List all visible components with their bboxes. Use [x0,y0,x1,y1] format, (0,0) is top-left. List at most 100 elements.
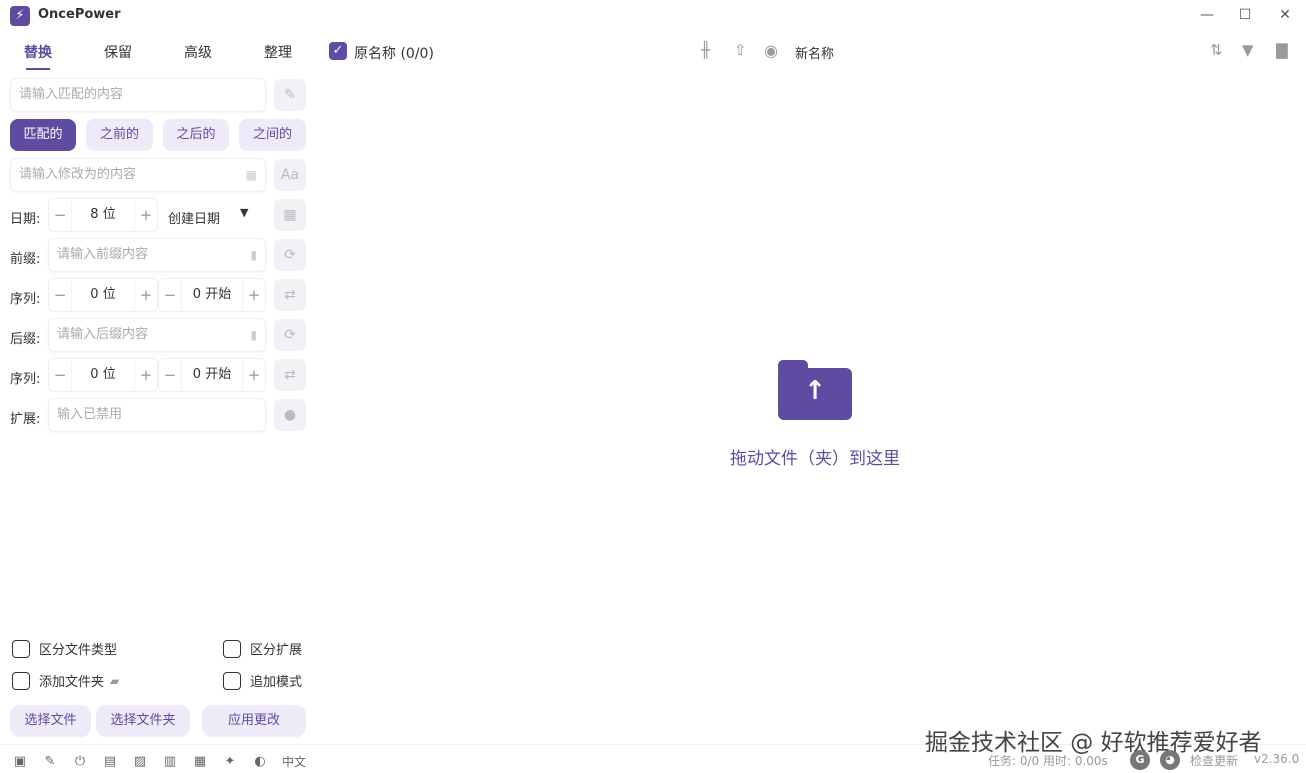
filter-icon[interactable]: ▼ [1242,41,1254,59]
file-icon[interactable]: ▮ [250,239,257,271]
calendar-icon[interactable]: ▦ [190,754,210,769]
refresh-icon[interactable]: ⟳ [274,319,306,351]
swap-icon[interactable]: ⇄ [274,279,306,311]
waveform-icon[interactable]: ╫ [701,41,710,59]
prefix-seq-digits-value[interactable]: 0 位 [71,279,135,311]
csv-icon[interactable]: ▥ [160,754,180,769]
edit-icon[interactable]: ✎ [40,754,60,769]
minus-icon[interactable]: − [159,359,181,391]
drop-hint: 拖动文件（夹）到这里 [730,449,900,469]
sort-icon[interactable]: ⇅ [1210,41,1223,59]
mode-between-button[interactable]: 之间的 [239,119,306,151]
drop-zone[interactable]: ↑ 拖动文件（夹）到这里 [720,360,910,480]
version-label: v2.36.0 [1254,752,1300,766]
user-icon[interactable]: ● [274,399,306,431]
distinguish-type-checkbox[interactable]: 区分文件类型 [12,639,117,658]
plus-icon[interactable]: + [243,359,265,391]
calendar-icon[interactable]: ▦ [246,159,257,191]
folder-upload-icon: ↑ [778,360,852,420]
extension-input[interactable]: 输入已禁用 [48,398,266,432]
tab-bar: 替换 保留 高级 整理 [0,38,316,70]
checkbox-box[interactable] [223,671,241,690]
plus-icon[interactable]: + [135,279,157,311]
image-icon[interactable]: ▨ [130,754,150,769]
tab-replace[interactable]: 替换 [8,42,68,62]
case-icon[interactable]: Aa [274,159,306,191]
plus-icon[interactable]: + [243,279,265,311]
minus-icon[interactable]: − [49,199,71,231]
checkbox-box[interactable] [12,671,30,690]
replace-input-placeholder: 请输入修改为的内容 [19,167,137,182]
apply-changes-button[interactable]: 应用更改 [202,705,306,737]
maximize-button[interactable]: ☐ [1230,4,1260,26]
title-bar: ⚡ OncePower — ☐ ✕ [0,0,1306,32]
replace-input[interactable]: 请输入修改为的内容 ▦ [10,158,266,192]
swap-icon[interactable]: ⇄ [274,359,306,391]
share-icon[interactable]: ⇧ [734,41,747,59]
add-folder-label: 添加文件夹 [39,675,105,690]
task-status: 任务: 0/0 用时: 0.00s [988,754,1108,768]
prefix-seq-label: 序列: [10,292,41,307]
date-digits-stepper[interactable]: − 8 位 + [48,198,158,232]
mode-match-button[interactable]: 匹配的 [10,119,76,151]
suffix-input[interactable]: 请输入后缀内容 ▮ [48,318,266,352]
file-icon[interactable]: ▮ [250,319,257,351]
prefix-seq-start-stepper[interactable]: − 0 开始 + [158,278,266,312]
distinguish-ext-label: 区分扩展 [250,643,303,658]
distinguish-ext-checkbox[interactable]: 区分扩展 [223,639,302,658]
plus-icon[interactable]: + [135,359,157,391]
minus-icon[interactable]: − [49,359,71,391]
footer-toolbar: ▣ ✎ ⏻ ▤ ▨ ▥ ▦ ✦ ◐ 中文 [10,750,306,772]
suffix-label: 后缀: [10,332,41,347]
check-update-link[interactable]: 检查更新 [1190,752,1238,769]
arrow-up-icon: ↑ [804,376,826,406]
suffix-seq-start-value[interactable]: 0 开始 [181,359,243,391]
minus-icon[interactable]: − [49,279,71,311]
refresh-icon[interactable]: ⟳ [274,239,306,271]
date-type-select[interactable]: 创建日期 [168,208,220,227]
mode-after-button[interactable]: 之后的 [163,119,229,151]
power-icon[interactable]: ⏻ [70,754,90,769]
app-logo-icon: ⚡ [10,6,30,26]
chevron-down-icon[interactable]: ▼ [240,206,248,219]
save-icon[interactable]: ▣ [10,754,30,769]
trash-icon[interactable]: ▇ [1276,41,1288,59]
select-file-button[interactable]: 选择文件 [10,705,91,737]
date-digits-value[interactable]: 8 位 [71,199,135,231]
eye-icon[interactable]: ◉ [764,41,778,60]
date-label: 日期: [10,212,41,227]
suffix-seq-start-stepper[interactable]: − 0 开始 + [158,358,266,392]
tab-advanced[interactable]: 高级 [168,42,228,62]
github-icon[interactable]: ◕ [1160,750,1180,770]
tab-keep[interactable]: 保留 [88,42,148,62]
minus-icon[interactable]: − [159,279,181,311]
gitee-icon[interactable]: G [1130,750,1150,770]
select-folder-button[interactable]: 选择文件夹 [96,705,190,737]
minimize-button[interactable]: — [1192,4,1222,26]
extension-label: 扩展: [10,412,41,427]
original-name-header: 原名称 (0/0) [354,46,434,62]
append-mode-checkbox[interactable]: 追加模式 [223,671,302,690]
prefix-input[interactable]: 请输入前缀内容 ▮ [48,238,266,272]
checkbox-box[interactable] [12,639,30,658]
plus-icon[interactable]: + [135,199,157,231]
new-name-header: 新名称 [795,47,835,62]
suffix-seq-digits-value[interactable]: 0 位 [71,359,135,391]
select-all-checkbox[interactable]: ✓ [329,42,347,60]
close-button[interactable]: ✕ [1270,4,1300,26]
tab-organize[interactable]: 整理 [248,42,308,62]
theme-icon[interactable]: ◐ [250,754,270,769]
calendar-icon[interactable]: ▦ [274,199,306,231]
prefix-seq-digits-stepper[interactable]: − 0 位 + [48,278,158,312]
distinguish-type-label: 区分文件类型 [39,643,118,658]
match-input[interactable]: 请输入匹配的内容 [10,78,266,112]
language-switch[interactable]: 中文 [282,753,306,770]
prefix-seq-start-value[interactable]: 0 开始 [181,279,243,311]
ruler-icon[interactable]: ✎ [274,79,306,111]
bulb-icon[interactable]: ✦ [220,754,240,769]
add-folder-checkbox[interactable]: 添加文件夹 ▰ [12,671,119,690]
checkbox-box[interactable] [223,639,241,658]
document-icon[interactable]: ▤ [100,754,120,769]
suffix-seq-digits-stepper[interactable]: − 0 位 + [48,358,158,392]
mode-before-button[interactable]: 之前的 [86,119,153,151]
